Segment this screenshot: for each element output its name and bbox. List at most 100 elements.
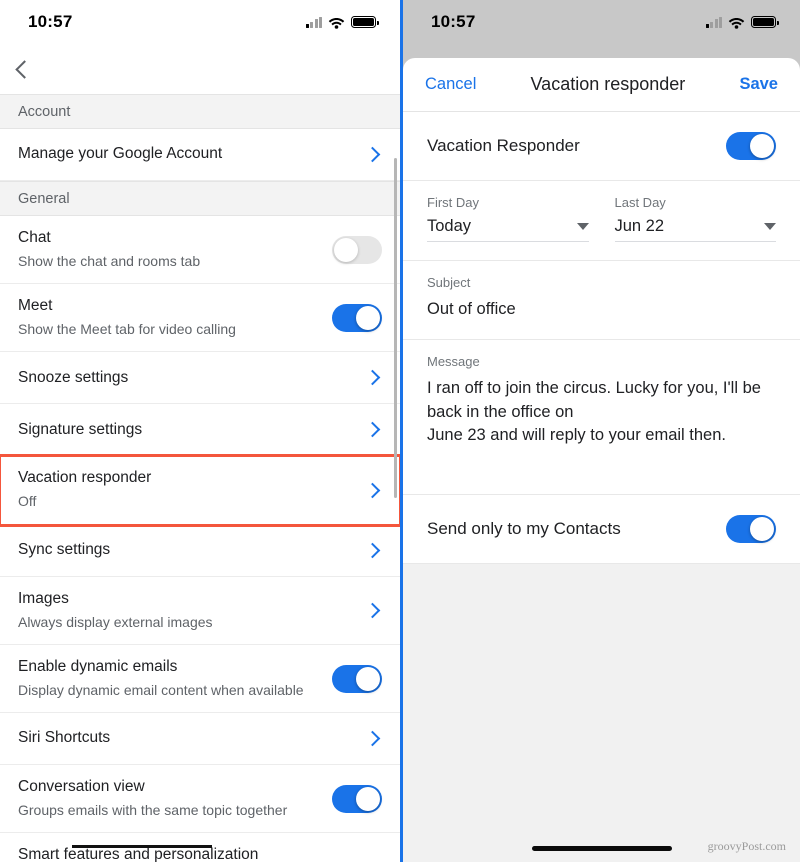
status-bar-left: 10:57 (0, 0, 400, 44)
sidebar-item-signature-settings[interactable]: Signature settings (0, 404, 400, 457)
battery-full-icon (751, 16, 779, 28)
row-text: Conversation view Groups emails with the… (18, 777, 332, 820)
last-day-select[interactable]: Jun 22 (614, 217, 776, 242)
chevron-right-icon (364, 370, 381, 386)
row-title: Images (18, 589, 69, 607)
message-field[interactable]: Message I ran off to join the circus. Lu… (403, 340, 800, 495)
first-day-label: First Day (427, 195, 479, 210)
last-day-value: Jun 22 (614, 217, 665, 235)
chat-toggle[interactable] (332, 235, 382, 264)
row-title: Enable dynamic emails (18, 657, 178, 675)
toggle-knob (750, 516, 774, 541)
last-day-field[interactable]: Last Day Jun 22 (614, 195, 776, 242)
row-title: Manage your Google Account (18, 145, 223, 163)
row-text: Signature settings (18, 420, 367, 441)
row-title: Vacation responder (18, 469, 152, 487)
status-time: 10:57 (431, 12, 476, 31)
home-indicator[interactable] (531, 846, 672, 851)
sidebar-item-images[interactable]: Images Always display external images (0, 576, 400, 645)
dual-phone-screenshot: 10:57 Account Manage your Google Account (0, 0, 800, 862)
row-title: Meet (18, 297, 53, 315)
right-phone-panel: 10:57 Cancel Vacation responder Save Vac… (400, 0, 800, 862)
subject-label: Subject (427, 275, 471, 290)
vacation-responder-sheet: Cancel Vacation responder Save Vacation … (403, 58, 800, 862)
meet-toggle[interactable] (332, 303, 382, 332)
send-only-contacts-row[interactable]: Send only to my Contacts (403, 495, 800, 564)
section-header-account: Account (0, 94, 400, 129)
sidebar-item-conversation-view[interactable]: Conversation view Groups emails with the… (0, 765, 400, 834)
watermark: groovyPost.com (707, 839, 786, 853)
row-subtitle: Groups emails with the same topic togeth… (18, 802, 288, 819)
row-title: Conversation view (18, 778, 145, 796)
row-text: Enable dynamic emails Display dynamic em… (18, 657, 332, 700)
first-day-field[interactable]: First Day Today (427, 195, 589, 242)
sidebar-item-sync-settings[interactable]: Sync settings (0, 524, 400, 577)
row-title: Signature settings (18, 420, 143, 438)
sidebar-item-vacation-responder[interactable]: Vacation responder Off (0, 454, 400, 527)
row-subtitle: Display dynamic email content when avail… (18, 681, 304, 698)
toggle-knob (750, 134, 774, 158)
page-title: Vacation responder (530, 74, 686, 94)
cellular-signal-icon (705, 16, 722, 28)
status-icons (705, 16, 779, 29)
status-bar-right: 10:57 (403, 0, 800, 44)
back-button[interactable] (0, 44, 400, 94)
vacation-responder-row[interactable]: Vacation Responder (403, 112, 800, 181)
row-subtitle: Off (18, 493, 37, 510)
toggle-knob (356, 666, 380, 691)
row-text: Sync settings (18, 540, 367, 561)
toggle-knob (356, 786, 380, 811)
row-text: Manage your Google Account (18, 144, 367, 165)
sidebar-item-siri-shortcuts[interactable]: Siri Shortcuts (0, 713, 400, 766)
vacation-responder-label: Vacation Responder (427, 136, 580, 155)
send-only-contacts-label: Send only to my Contacts (427, 518, 621, 538)
message-input[interactable]: I ran off to join the circus. Lucky for … (427, 377, 776, 447)
status-time: 10:57 (28, 12, 73, 31)
subject-input[interactable]: Out of office (427, 298, 776, 321)
row-title: Sync settings (18, 540, 111, 558)
sidebar-item-meet[interactable]: Meet Show the Meet tab for video calling (0, 284, 400, 353)
row-subtitle: Always display external images (18, 613, 213, 630)
row-subtitle: Show the Meet tab for video calling (18, 321, 236, 338)
chevron-left-icon (15, 59, 34, 79)
battery-full-icon (351, 16, 379, 28)
chevron-right-icon (364, 730, 381, 747)
vacation-responder-toggle[interactable] (726, 132, 776, 160)
sheet-content: Vacation Responder First Day Today Last … (403, 112, 800, 862)
conversation-view-toggle[interactable] (332, 784, 382, 813)
row-text: Images Always display external images (18, 589, 367, 632)
chevron-right-icon (364, 146, 381, 163)
toggle-knob (356, 305, 380, 330)
row-subtitle: Show the chat and rooms tab (18, 252, 201, 269)
caret-down-icon (576, 223, 589, 230)
message-label: Message (427, 354, 480, 370)
date-fields: First Day Today Last Day Jun 22 (403, 181, 800, 261)
row-text: Meet Show the Meet tab for video calling (18, 296, 332, 339)
row-title: Snooze settings (18, 368, 129, 386)
subject-field[interactable]: Subject Out of office (403, 261, 800, 341)
dynamic-emails-toggle[interactable] (332, 664, 382, 693)
chevron-right-icon (364, 482, 381, 498)
sheet-toolbar: Cancel Vacation responder Save (403, 58, 800, 112)
chevron-right-icon (364, 602, 381, 619)
left-phone-panel: 10:57 Account Manage your Google Account (0, 0, 400, 862)
save-button[interactable]: Save (739, 75, 778, 94)
sidebar-item-manage-google-account[interactable]: Manage your Google Account (0, 129, 400, 181)
section-header-general: General (0, 181, 400, 216)
sidebar-item-snooze-settings[interactable]: Snooze settings (0, 352, 400, 405)
send-only-contacts-toggle[interactable] (726, 514, 776, 543)
chevron-right-icon (364, 542, 381, 558)
sheet-empty-area (403, 563, 800, 862)
toggle-knob (334, 237, 358, 262)
caret-down-icon (764, 223, 776, 230)
wifi-icon (328, 17, 345, 29)
row-title: Siri Shortcuts (18, 729, 111, 747)
first-day-select[interactable]: Today (427, 217, 589, 242)
sidebar-item-chat[interactable]: Chat Show the chat and rooms tab (0, 216, 400, 285)
chevron-right-icon (364, 422, 381, 438)
redaction-mark (72, 845, 212, 848)
scrollbar[interactable] (394, 158, 397, 498)
cancel-button[interactable]: Cancel (425, 75, 476, 94)
status-icons (305, 16, 379, 29)
sidebar-item-enable-dynamic-emails[interactable]: Enable dynamic emails Display dynamic em… (0, 644, 400, 714)
